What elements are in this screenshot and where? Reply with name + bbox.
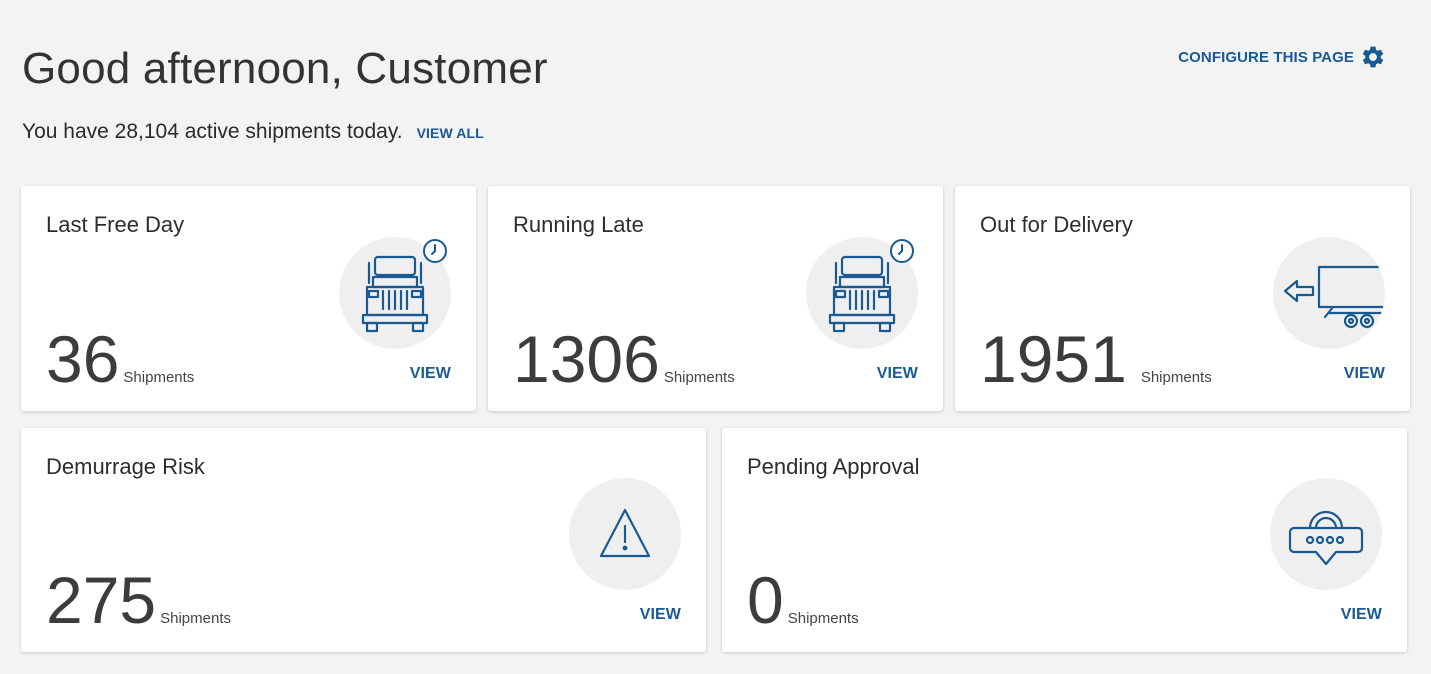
card-out-for-delivery: Out for Delivery 1951 Shipments VIEW: [955, 186, 1410, 411]
card-pending-approval: Pending Approval 0 Shipments VIEW: [722, 428, 1407, 652]
shipment-count: 0 Shipments: [747, 563, 859, 637]
page-title: Good afternoon, Customer: [22, 44, 548, 93]
gear-icon[interactable]: [1360, 44, 1386, 70]
clock-icon: [890, 239, 914, 263]
card-title: Last Free Day: [46, 212, 185, 237]
count-value: 1951: [980, 322, 1127, 396]
password-lock-icon: [1270, 478, 1382, 590]
card-title: Pending Approval: [747, 454, 920, 479]
view-pending-approval-button[interactable]: VIEW: [1341, 606, 1382, 624]
card-last-free-day: Last Free Day 36 Shipments VIEW: [21, 186, 476, 411]
count-unit: Shipments: [787, 610, 859, 627]
count-value: 275: [46, 563, 157, 637]
count-unit: Shipments: [160, 610, 231, 627]
card-title: Out for Delivery: [980, 212, 1133, 237]
card-title: Running Late: [513, 212, 644, 237]
view-out-for-delivery-button[interactable]: VIEW: [1344, 365, 1385, 383]
count-value: 1306: [513, 322, 660, 396]
view-demurrage-risk-button[interactable]: VIEW: [640, 606, 681, 624]
warning-icon: [569, 478, 681, 590]
card-demurrage-risk: Demurrage Risk 275 Shipments VIEW: [21, 428, 706, 652]
view-running-late-button[interactable]: VIEW: [877, 365, 918, 383]
shipment-count: 1306 Shipments: [513, 322, 735, 396]
count-unit: Shipments: [663, 369, 735, 386]
view-all-link[interactable]: VIEW ALL: [417, 125, 484, 141]
shipment-count: 1951 Shipments: [980, 322, 1212, 396]
configure-page-label[interactable]: CONFIGURE THIS PAGE: [1178, 49, 1354, 66]
clock-icon: [423, 239, 447, 263]
count-value: 36: [46, 322, 120, 396]
shipment-count: 36 Shipments: [46, 322, 195, 396]
summary-text: You have 28,104 active shipments today.: [22, 120, 403, 143]
count-unit: Shipments: [1140, 369, 1212, 386]
shipments-summary: You have 28,104 active shipments today. …: [22, 120, 484, 144]
view-last-free-day-button[interactable]: VIEW: [410, 365, 451, 383]
card-title: Demurrage Risk: [46, 454, 205, 479]
card-running-late: Running Late 1306 Shipments VIEW: [488, 186, 943, 411]
count-unit: Shipments: [123, 369, 195, 386]
shipment-count: 275 Shipments: [46, 563, 231, 637]
count-value: 0: [747, 563, 784, 637]
configure-page-button[interactable]: CONFIGURE THIS PAGE: [1178, 44, 1386, 70]
dashboard-page: Good afternoon, Customer You have 28,104…: [0, 0, 1431, 674]
trailer-icon: [1273, 237, 1385, 349]
